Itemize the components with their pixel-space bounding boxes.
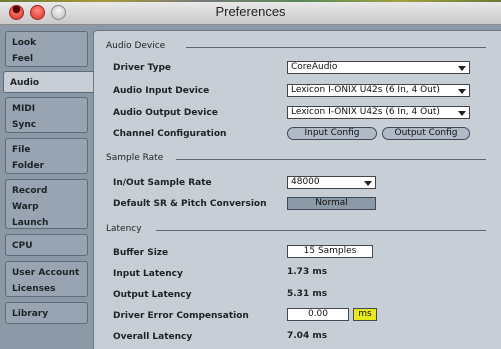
audio-output-device-dropdown[interactable]: Lexicon I-ONIX U42s (6 In, 4 Out) <box>287 106 470 119</box>
sample-rate-dropdown[interactable]: 48000 <box>287 176 376 189</box>
overall-latency-label: Overall Latency <box>113 332 193 342</box>
section-heading: Audio Device <box>106 41 166 51</box>
buffer-size-label: Buffer Size <box>113 248 169 258</box>
tab-label: Licenses <box>12 284 56 294</box>
section-audio-device: Audio Device <box>106 41 496 51</box>
chevron-down-icon <box>458 111 466 116</box>
dropdown-value: CoreAudio <box>291 62 338 72</box>
driver-type-label: Driver Type <box>113 63 172 73</box>
chevron-down-icon <box>458 66 466 71</box>
audio-output-device-label: Audio Output Device <box>113 108 218 118</box>
preferences-sidebar: Look Feel Audio MIDI Sync File Folder Re… <box>0 25 95 349</box>
tab-label: Look <box>12 38 37 48</box>
section-latency: Latency <box>106 224 496 234</box>
output-latency-label: Output Latency <box>113 290 192 300</box>
output-config-button[interactable]: Output Config <box>382 127 470 140</box>
input-latency-value: 1.73 ms <box>287 267 328 277</box>
tab-label: Record <box>12 186 48 196</box>
tab-label: User Account <box>12 268 80 278</box>
tab-cpu[interactable]: CPU <box>5 234 88 256</box>
tab-label: Feel <box>12 54 34 64</box>
tab-label: MIDI <box>12 104 36 114</box>
audio-input-device-dropdown[interactable]: Lexicon I-ONIX U42s (6 In, 4 Out) <box>287 84 470 97</box>
tab-label: Warp <box>12 202 39 212</box>
tab-label: Folder <box>12 161 45 171</box>
tab-library[interactable]: Library <box>5 302 88 324</box>
title-bar[interactable]: ● Preferences <box>0 0 501 25</box>
default-sr-conversion-button[interactable]: Normal <box>287 197 376 210</box>
input-latency-label: Input Latency <box>113 269 183 279</box>
tab-label: Audio <box>10 78 40 88</box>
tab-label: CPU <box>12 241 33 251</box>
tab-label: Launch <box>12 218 49 228</box>
in-out-sample-rate-label: In/Out Sample Rate <box>113 178 212 188</box>
tab-audio[interactable]: Audio <box>3 71 95 93</box>
window-title: Preferences <box>215 4 286 19</box>
section-heading: Latency <box>106 224 142 234</box>
driver-error-compensation-field[interactable]: 0.00 <box>287 308 349 321</box>
tab-label: Sync <box>12 120 37 130</box>
section-divider <box>186 47 486 48</box>
tab-label: File <box>12 145 31 155</box>
chevron-down-icon <box>458 89 466 94</box>
audio-input-device-label: Audio Input Device <box>113 86 210 96</box>
driver-error-unit-badge: ms <box>353 308 377 321</box>
tab-record-warp-launch[interactable]: Record Warp Launch <box>5 179 88 229</box>
audio-preferences-panel: Audio Device Driver Type CoreAudio Audio… <box>93 30 501 349</box>
tab-midi-sync[interactable]: MIDI Sync <box>5 97 88 133</box>
preferences-window: ● Preferences Look Feel Audio MIDI Sync … <box>0 0 501 349</box>
overall-latency-value: 7.04 ms <box>287 331 328 341</box>
tab-user-account-licenses[interactable]: User Account Licenses <box>5 261 88 297</box>
driver-type-dropdown[interactable]: CoreAudio <box>287 61 470 74</box>
title-bar-accent <box>0 0 501 2</box>
section-divider <box>176 159 486 160</box>
tab-file-folder[interactable]: File Folder <box>5 138 88 174</box>
input-config-button[interactable]: Input Config <box>287 127 377 140</box>
tab-look-feel[interactable]: Look Feel <box>5 31 88 67</box>
driver-error-compensation-label: Driver Error Compensation <box>113 311 249 321</box>
section-sample-rate: Sample Rate <box>106 153 496 163</box>
default-sr-label: Default SR & Pitch Conversion <box>113 199 267 209</box>
dropdown-value: Lexicon I-ONIX U42s (6 In, 4 Out) <box>291 85 440 95</box>
output-latency-value: 5.31 ms <box>287 289 328 299</box>
tab-label: Library <box>12 309 49 319</box>
channel-configuration-label: Channel Configuration <box>113 129 227 139</box>
dropdown-value: 48000 <box>291 177 320 187</box>
section-divider <box>156 230 486 231</box>
chevron-down-icon <box>364 181 372 186</box>
buffer-size-field[interactable]: 15 Samples <box>287 245 373 258</box>
dropdown-value: Lexicon I-ONIX U42s (6 In, 4 Out) <box>291 107 440 117</box>
section-heading: Sample Rate <box>106 153 164 163</box>
